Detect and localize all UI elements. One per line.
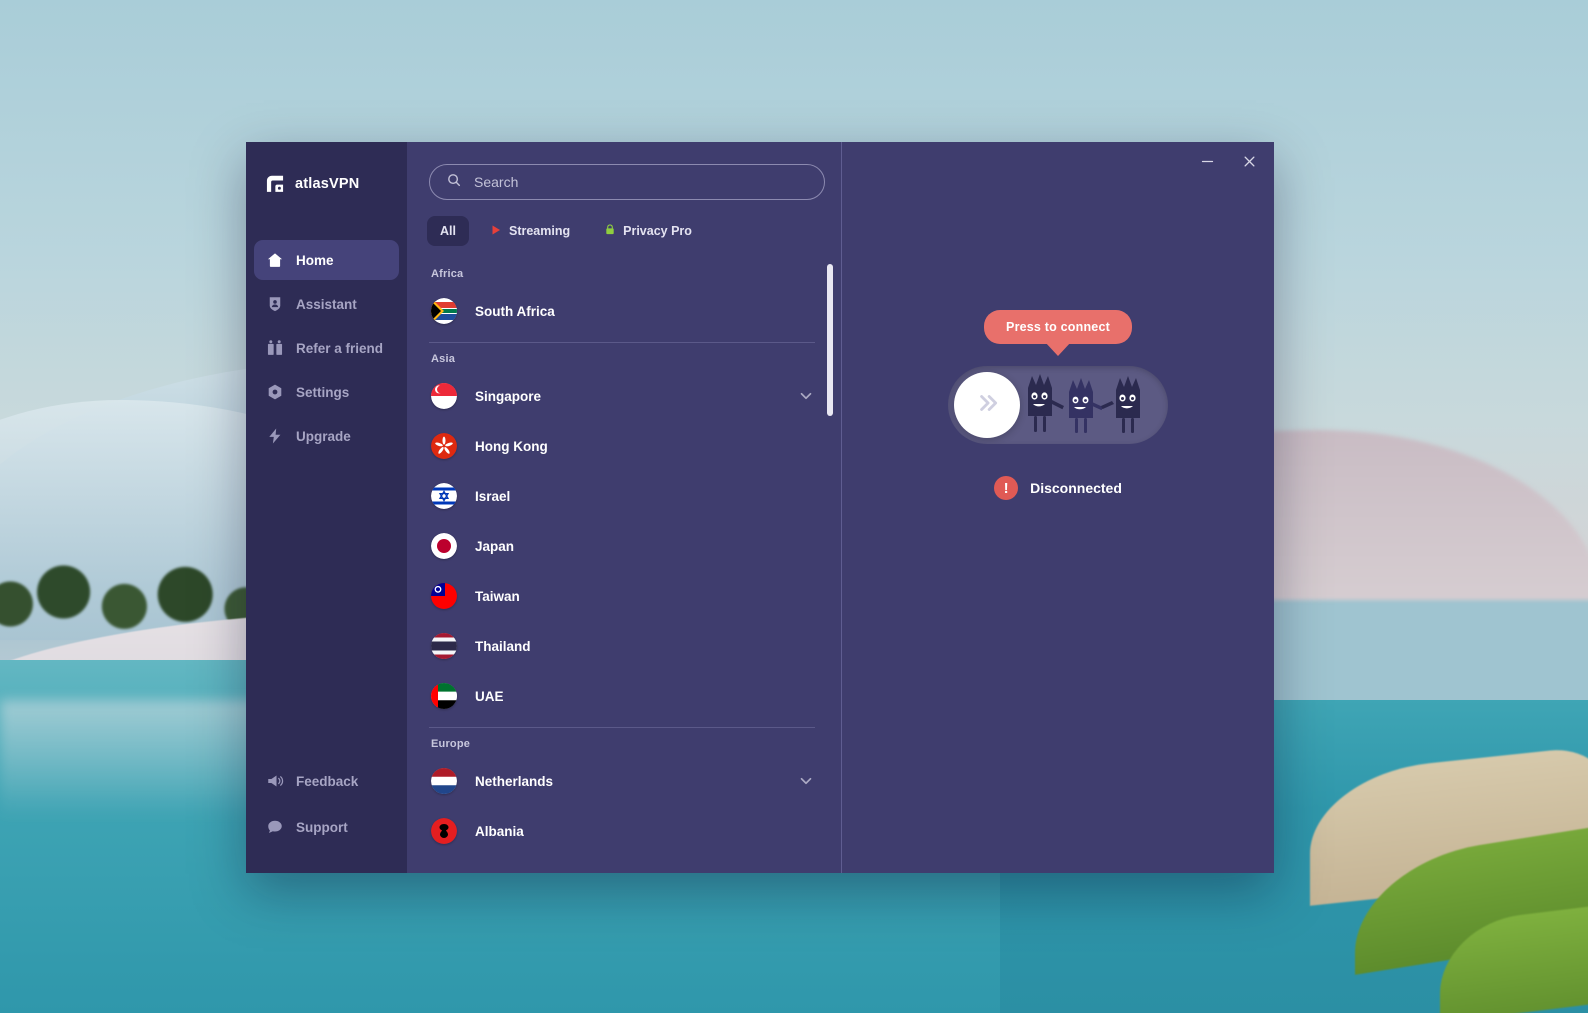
- server-list-item[interactable]: Thailand: [427, 621, 815, 671]
- server-list-scrollbar-thumb[interactable]: [827, 264, 833, 416]
- connection-status: ! Disconnected: [994, 476, 1122, 500]
- sidebar: atlasVPN Home Assistant Refer a friend S…: [246, 142, 407, 873]
- app-logo-text: atlasVPN: [295, 176, 360, 192]
- flag-icon-sg: [431, 383, 457, 409]
- flag-icon-nl: [431, 768, 457, 794]
- double-chevron-right-icon: [974, 390, 1000, 421]
- sidebar-item-upgrade[interactable]: Upgrade: [254, 416, 399, 456]
- filter-tab-all[interactable]: All: [427, 216, 469, 246]
- server-list-item[interactable]: Israel: [427, 471, 815, 521]
- shield-user-icon: [266, 295, 284, 313]
- server-country-name: Albania: [475, 823, 524, 839]
- atlasvpn-logo-icon: [264, 173, 286, 195]
- chevron-down-icon[interactable]: [797, 387, 815, 405]
- server-list: Africa South Africa Asia Singapore Hong Kong…: [407, 258, 841, 856]
- gear-hex-icon: [266, 383, 284, 401]
- server-list-item[interactable]: Netherlands: [427, 756, 815, 806]
- filter-tab-label: All: [440, 224, 456, 238]
- close-button[interactable]: [1238, 150, 1260, 172]
- flag-icon-za: [431, 298, 457, 324]
- search-icon: [446, 172, 462, 193]
- server-country-name: Singapore: [475, 388, 542, 404]
- server-country-name: South Africa: [475, 303, 555, 319]
- search-container: [407, 164, 841, 200]
- server-country-name: UAE: [475, 688, 504, 704]
- sidebar-item-label: Assistant: [296, 296, 357, 312]
- sidebar-item-label: Support: [296, 819, 348, 835]
- server-country-name: Netherlands: [475, 773, 554, 789]
- server-list-item[interactable]: South Africa: [427, 286, 815, 336]
- chevron-down-icon[interactable]: [797, 772, 815, 790]
- sidebar-item-support[interactable]: Support: [254, 807, 399, 847]
- filter-tabs: All Streaming Privacy Pro: [407, 200, 841, 246]
- connection-panel: Press to connect ! Disconnected: [842, 142, 1274, 873]
- filter-tab-streaming[interactable]: Streaming: [477, 216, 583, 246]
- flag-icon-tw: [431, 583, 457, 609]
- app-logo: atlasVPN: [246, 164, 407, 204]
- region-label: Europe: [431, 738, 471, 750]
- server-list-item[interactable]: UAE: [427, 671, 815, 721]
- megaphone-icon: [266, 772, 284, 790]
- connect-toggle[interactable]: [948, 366, 1168, 444]
- tooltip-label: Press to connect: [1006, 320, 1110, 334]
- connect-toggle-knob[interactable]: [954, 372, 1020, 438]
- exclamation-icon: !: [994, 476, 1019, 500]
- server-list-scrollbar-track[interactable]: [827, 264, 833, 873]
- gift-icon: [266, 339, 284, 357]
- server-list-item[interactable]: Taiwan: [427, 571, 815, 621]
- sidebar-item-settings[interactable]: Settings: [254, 372, 399, 412]
- connect-area: Press to connect ! Disconnected: [842, 310, 1274, 500]
- server-list-item[interactable]: Albania: [427, 806, 815, 856]
- flag-icon-hk: [431, 433, 457, 459]
- server-country-name: Taiwan: [475, 588, 520, 604]
- mascot-illustration: [1020, 366, 1168, 444]
- sidebar-bottom-nav: Feedback Support: [246, 761, 407, 873]
- flag-icon-ae: [431, 683, 457, 709]
- press-to-connect-tooltip: Press to connect: [984, 310, 1132, 344]
- server-country-name: Thailand: [475, 638, 531, 654]
- flag-icon-al: [431, 818, 457, 844]
- search-box[interactable]: [429, 164, 825, 200]
- region-label: Asia: [431, 353, 456, 365]
- window-controls: [1196, 150, 1260, 172]
- server-list-item[interactable]: Singapore: [427, 371, 815, 421]
- sidebar-item-refer-a-friend[interactable]: Refer a friend: [254, 328, 399, 368]
- sidebar-item-home[interactable]: Home: [254, 240, 399, 280]
- search-input[interactable]: [474, 174, 808, 190]
- chat-bubble-icon: [266, 818, 284, 836]
- sidebar-item-assistant[interactable]: Assistant: [254, 284, 399, 324]
- connection-status-label: Disconnected: [1030, 480, 1122, 496]
- sidebar-item-label: Refer a friend: [296, 340, 384, 356]
- server-list-panel: All Streaming Privacy Pro AfricaSouth: [407, 142, 841, 873]
- server-list-scroll-area[interactable]: Africa South Africa Asia Singapore Hong Kong…: [407, 258, 841, 873]
- flag-icon-jp: [431, 533, 457, 559]
- filter-tab-privacy-pro[interactable]: Privacy Pro: [591, 216, 705, 246]
- sidebar-item-label: Home: [296, 252, 334, 268]
- sidebar-item-feedback[interactable]: Feedback: [254, 761, 399, 801]
- play-icon: [490, 224, 502, 239]
- server-list-item[interactable]: Japan: [427, 521, 815, 571]
- region-label: Africa: [431, 268, 464, 280]
- flag-icon-il: [431, 483, 457, 509]
- server-country-name: Japan: [475, 538, 515, 554]
- bolt-icon: [266, 427, 284, 445]
- sidebar-item-label: Settings: [296, 384, 350, 400]
- flag-icon-th: [431, 633, 457, 659]
- sidebar-item-label: Upgrade: [296, 428, 351, 444]
- filter-tab-label: Privacy Pro: [623, 224, 692, 238]
- server-list-item[interactable]: Hong Kong: [427, 421, 815, 471]
- server-country-name: Israel: [475, 488, 511, 504]
- lock-icon: [604, 223, 616, 239]
- filter-tab-label: Streaming: [508, 224, 571, 238]
- minimize-button[interactable]: [1196, 150, 1218, 172]
- server-country-name: Hong Kong: [475, 438, 548, 454]
- atlasvpn-window: atlasVPN Home Assistant Refer a friend S…: [246, 142, 1274, 873]
- sidebar-nav: Home Assistant Refer a friend Settings U…: [246, 240, 407, 456]
- home-icon: [266, 251, 284, 269]
- sidebar-item-label: Feedback: [296, 773, 359, 789]
